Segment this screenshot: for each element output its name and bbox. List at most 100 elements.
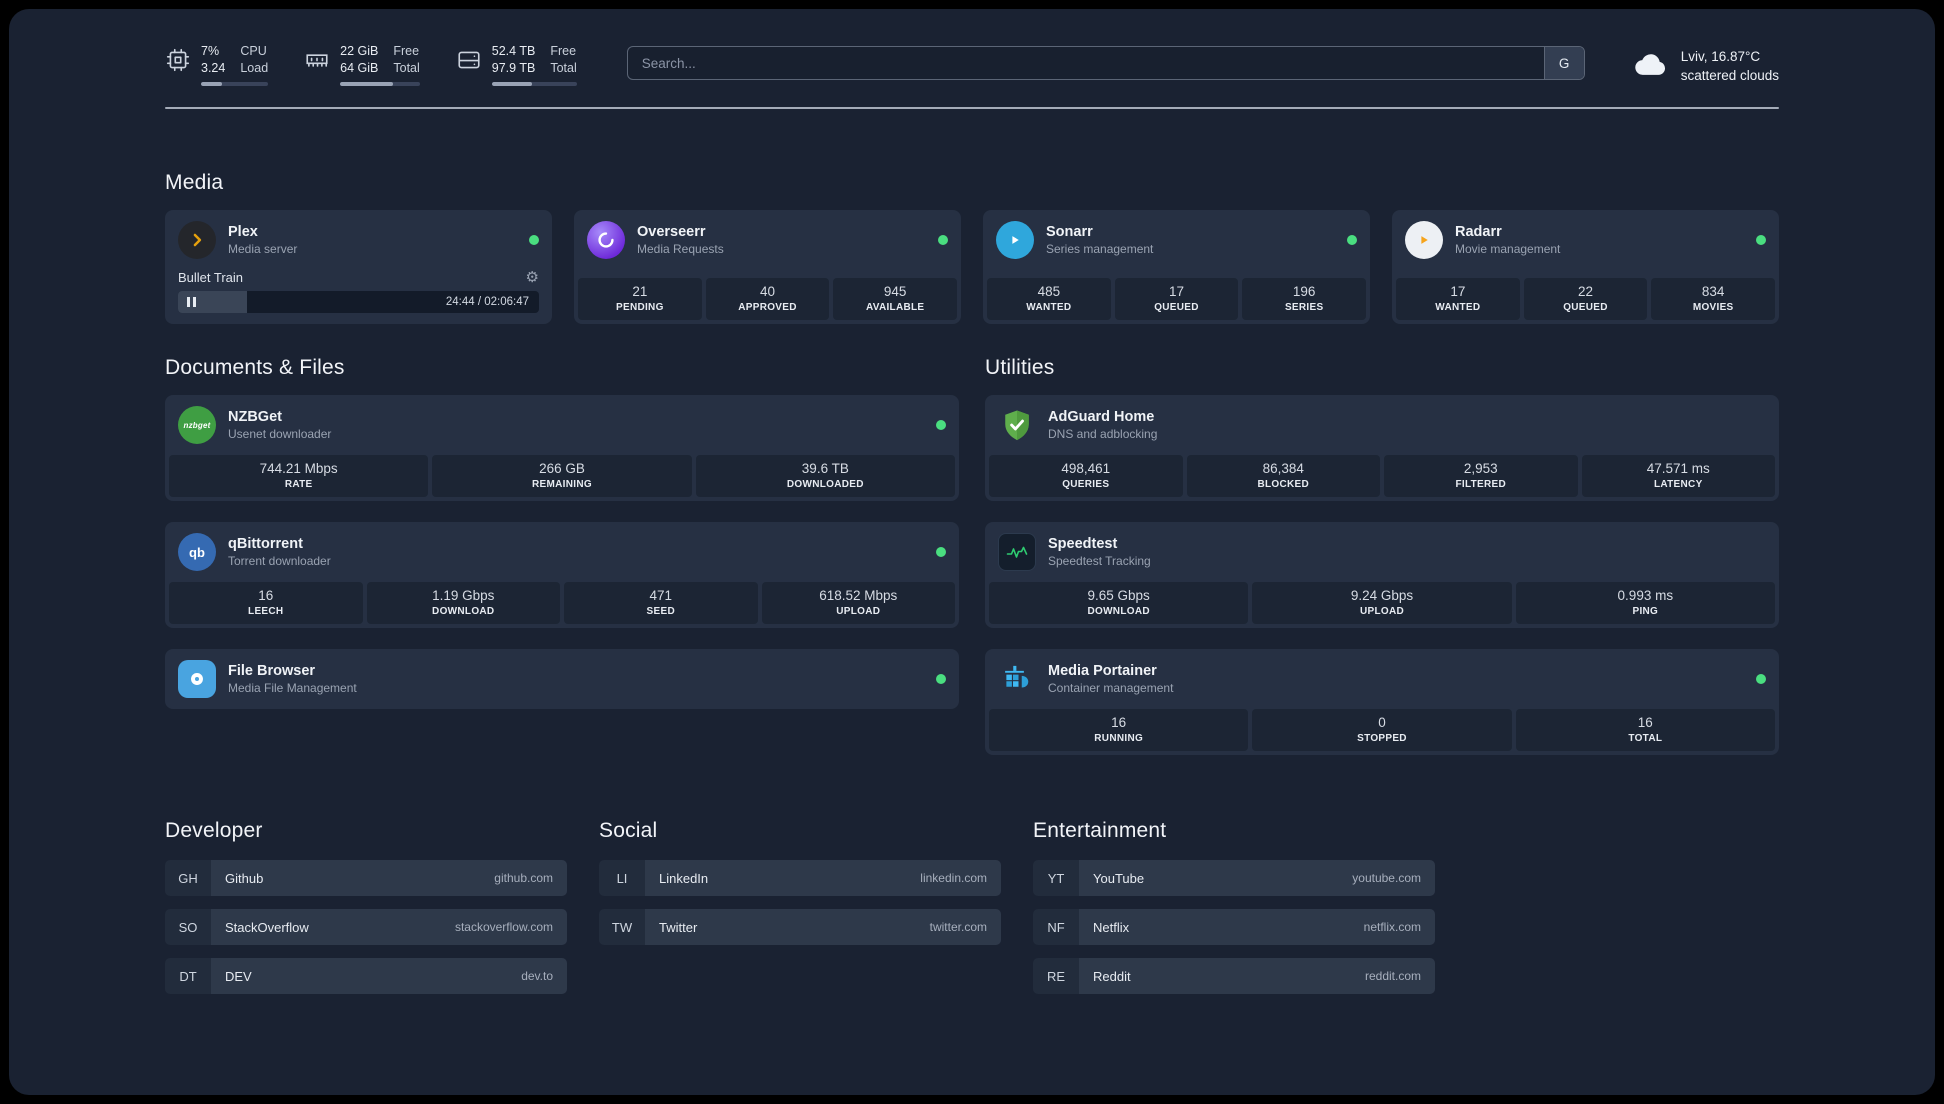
stat-rate: 744.21 Mbps RATE <box>169 455 429 497</box>
plex-now-playing: Bullet Train ⚙ 24:44 / 02:06:47 <box>165 270 552 324</box>
disk-free-label: Free <box>550 44 577 58</box>
status-dot <box>1347 235 1357 245</box>
playback-progress-bar[interactable]: 24:44 / 02:06:47 <box>178 291 539 313</box>
bookmark-youtube[interactable]: YT YouTube youtube.com <box>1033 860 1435 896</box>
weather-location: Lviv, 16.87°C <box>1680 48 1761 64</box>
bookmark-dev[interactable]: DT DEV dev.to <box>165 958 567 994</box>
bookmark-name: DEV <box>225 968 252 984</box>
bookmark-abbr: YT <box>1033 860 1079 896</box>
weather-widget[interactable]: Lviv, 16.87°C scattered clouds <box>1631 44 1779 89</box>
service-description: Usenet downloader <box>228 427 332 441</box>
bookmark-url: stackoverflow.com <box>454 920 553 934</box>
service-stats: 498,461 QUERIES 86,384 BLOCKED 2,953 FIL… <box>985 455 1779 501</box>
media-section: Plex Media server Bullet Train ⚙ 24:44 /… <box>165 210 1779 324</box>
disk-total-label: Total <box>550 60 577 75</box>
filebrowser-icon <box>178 660 216 698</box>
service-card-nzbget[interactable]: nzbget NZBGet Usenet downloader 744.21 M… <box>165 395 959 501</box>
dashboard: 7% 3.24 CPU Load 22 GiB 64 GiB Free Tota… <box>9 9 1935 1095</box>
resource-widget-memory: 22 GiB 64 GiB Free Total <box>304 43 420 86</box>
status-dot <box>936 420 946 430</box>
bookmark-url: dev.to <box>521 969 553 983</box>
documents-section: Documents & Files nzbget NZBGet Usenet d… <box>165 356 959 755</box>
stat-seed: 471 SEED <box>564 582 758 624</box>
service-stats: 485 WANTED 17 QUEUED 196 SERIES <box>983 278 1370 324</box>
status-dot <box>529 235 539 245</box>
resource-widget-cpu: 7% 3.24 CPU Load <box>165 43 269 86</box>
service-card-speedtest[interactable]: Speedtest Speedtest Tracking 9.65 Gbps D… <box>985 522 1779 628</box>
service-card-qbittorrent[interactable]: qb qBittorrent Torrent downloader 16 LEE… <box>165 522 959 628</box>
bookmark-linkedin[interactable]: LI LinkedIn linkedin.com <box>599 860 1001 896</box>
header-divider <box>165 107 1779 109</box>
cpu-usage-value: 7% <box>201 44 220 58</box>
stat-movies: 834 MOVIES <box>1651 278 1776 320</box>
stat-blocked: 86,384 BLOCKED <box>1186 455 1380 497</box>
service-stats: 21 PENDING 40 APPROVED 945 AVAILABLE <box>574 278 961 324</box>
service-card-radarr[interactable]: Radarr Movie management 17 WANTED 22 QUE… <box>1392 210 1779 324</box>
service-card-plex[interactable]: Plex Media server Bullet Train ⚙ 24:44 /… <box>165 210 552 324</box>
radarr-icon <box>1405 221 1443 259</box>
status-dot <box>1756 235 1766 245</box>
service-stats: 16 LEECH 1.19 Gbps DOWNLOAD 471 SEED 618… <box>165 582 959 628</box>
bookmark-reddit[interactable]: RE Reddit reddit.com <box>1033 958 1435 994</box>
service-name: Plex <box>228 224 258 240</box>
service-name: Radarr <box>1455 224 1502 240</box>
section-title-documents: Documents & Files <box>165 356 345 379</box>
pause-icon[interactable] <box>187 297 196 307</box>
stat-download: 9.65 Gbps DOWNLOAD <box>989 582 1249 624</box>
stat-running: 16 RUNNING <box>989 709 1249 751</box>
bookmark-name: Netflix <box>1093 919 1130 935</box>
disk-total-value: 97.9 TB <box>491 60 536 75</box>
bookmark-group-developer: Developer GH Github github.com SO StackO… <box>165 819 567 1007</box>
portainer-crane-icon <box>998 660 1036 698</box>
bookmark-url: reddit.com <box>1364 969 1421 983</box>
stat-latency: 47.571 ms LATENCY <box>1581 455 1775 497</box>
stat-total: 16 TOTAL <box>1515 709 1775 751</box>
bookmark-group-entertainment: Entertainment YT YouTube youtube.com NF … <box>1033 819 1435 1007</box>
stat-download: 1.19 Gbps DOWNLOAD <box>366 582 560 624</box>
bookmark-url: youtube.com <box>1352 871 1421 885</box>
service-card-overseerr[interactable]: Overseerr Media Requests 21 PENDING 40 A… <box>574 210 961 324</box>
cpu-usage-label: CPU <box>240 44 267 58</box>
bookmark-github[interactable]: GH Github github.com <box>165 860 567 896</box>
service-stats: 9.65 Gbps DOWNLOAD 9.24 Gbps UPLOAD 0.99… <box>985 582 1779 628</box>
stat-filtered: 2,953 FILTERED <box>1384 455 1578 497</box>
bookmark-abbr: SO <box>165 909 211 945</box>
status-dot <box>938 235 948 245</box>
gear-icon[interactable]: ⚙ <box>526 270 539 285</box>
bookmark-netflix[interactable]: NF Netflix netflix.com <box>1033 909 1435 945</box>
search-bar: G <box>626 46 1585 80</box>
service-description: Speedtest Tracking <box>1048 554 1151 568</box>
service-card-sonarr[interactable]: Sonarr Series management 485 WANTED 17 Q… <box>983 210 1370 324</box>
stat-stopped: 0 STOPPED <box>1252 709 1512 751</box>
service-description: Movie management <box>1455 242 1561 256</box>
section-title-media: Media <box>165 171 224 194</box>
search-input[interactable] <box>627 55 1544 71</box>
service-stats: 744.21 Mbps RATE 266 GB REMAINING 39.6 T… <box>165 455 959 501</box>
memory-icon <box>304 47 330 78</box>
bookmark-twitter[interactable]: TW Twitter twitter.com <box>599 909 1001 945</box>
bookmark-stackoverflow[interactable]: SO StackOverflow stackoverflow.com <box>165 909 567 945</box>
resource-widget-disk: 52.4 TB 97.9 TB Free Total <box>456 43 577 86</box>
bookmark-name: StackOverflow <box>225 919 309 935</box>
service-card-adguard[interactable]: AdGuard Home DNS and adblocking 498,461 … <box>985 395 1779 501</box>
search-provider-button[interactable]: G <box>1543 47 1584 79</box>
service-description: DNS and adblocking <box>1048 427 1158 441</box>
service-card-filebrowser[interactable]: File Browser Media File Management <box>165 649 959 709</box>
memory-total-label: Total <box>393 60 420 75</box>
stat-leech: 16 LEECH <box>169 582 363 624</box>
stat-remaining: 266 GB REMAINING <box>432 455 692 497</box>
stat-downloaded: 39.6 TB DOWNLOADED <box>695 455 955 497</box>
top-bar: 7% 3.24 CPU Load 22 GiB 64 GiB Free Tota… <box>165 43 1779 89</box>
status-dot <box>1756 674 1766 684</box>
bookmark-abbr: DT <box>165 958 211 994</box>
service-card-portainer[interactable]: Media Portainer Container management 16 … <box>985 649 1779 755</box>
bookmark-name: Twitter <box>659 919 698 935</box>
service-name: Overseerr <box>637 224 706 240</box>
adguard-shield-icon <box>998 406 1036 444</box>
overseerr-icon <box>587 221 625 259</box>
service-description: Series management <box>1046 242 1154 256</box>
bookmarks-area: Developer GH Github github.com SO StackO… <box>165 819 1779 1049</box>
bookmark-abbr: LI <box>599 860 645 896</box>
stat-queued: 17 QUEUED <box>1114 278 1239 320</box>
now-playing-title: Bullet Train <box>178 270 244 285</box>
